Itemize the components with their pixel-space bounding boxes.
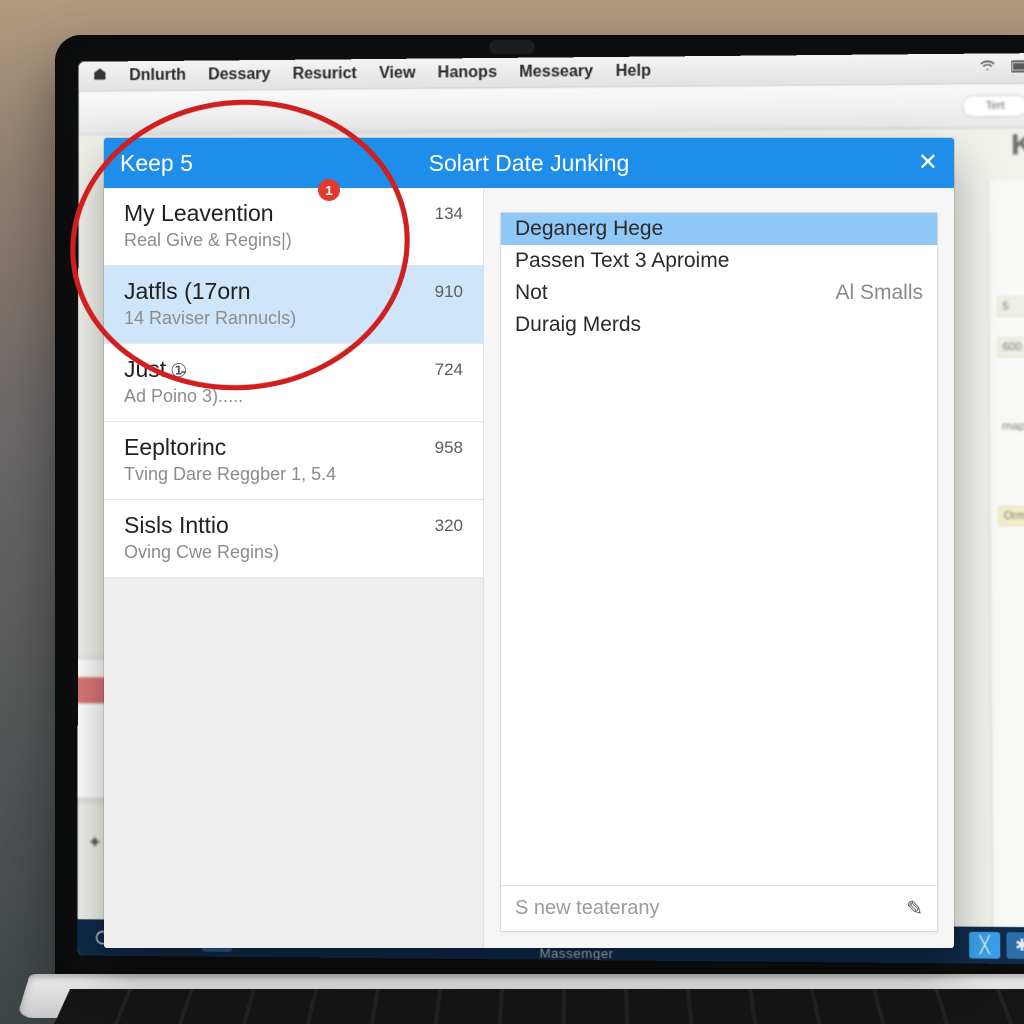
background-field: 5 bbox=[997, 296, 1024, 317]
person-icon: ①̵ bbox=[170, 361, 187, 382]
new-item-input[interactable]: S new teaterany bbox=[515, 897, 660, 920]
camera-notch bbox=[489, 40, 535, 54]
scene: Dnlurth Dessary Resurict View Hanops Mes… bbox=[0, 0, 1024, 1024]
list-item-subtitle: 14 Raviser Rannucls) bbox=[124, 308, 296, 329]
detail-row-label: Passen Text 3 Aproime bbox=[515, 249, 729, 273]
list-item-subtitle: Real Give & Regins|) bbox=[124, 230, 292, 251]
list-item-title: My Leavention bbox=[124, 200, 292, 227]
detail-row-right: Al Smalls bbox=[835, 281, 923, 305]
list-item[interactable]: Just①̵ Ad Poino 3)..... 724 bbox=[104, 344, 483, 422]
list-item-title: Jatfls (17orn bbox=[124, 278, 296, 305]
menu-item[interactable]: Dessary bbox=[208, 65, 270, 83]
list-item-count: 724 bbox=[435, 356, 463, 380]
list-item-subtitle: Oving Cwe Regins) bbox=[124, 542, 279, 563]
right-pane: Deganerg Hege Passen Text 3 Aproime Not … bbox=[484, 188, 954, 948]
detail-row[interactable]: Duraig Merds bbox=[501, 309, 937, 341]
list-item-title: Sisls Inttio bbox=[124, 512, 279, 539]
laptop-keyboard bbox=[40, 989, 1024, 1024]
detail-row-label: Duraig Merds bbox=[515, 313, 641, 337]
list-item-title: Eepltorinc bbox=[124, 434, 336, 461]
list-item[interactable]: Sisls Inttio Oving Cwe Regins) 320 bbox=[104, 500, 483, 578]
background-field: Ormbn bbox=[999, 506, 1024, 526]
list-item-subtitle: Ad Poino 3)..... bbox=[124, 386, 243, 407]
list-item-subtitle: Tving Dare Reggber 1, 5.4 bbox=[124, 464, 336, 485]
modal-header: Keep 5 Solart Date Junking ✕ bbox=[104, 138, 954, 188]
list-item[interactable]: Jatfls (17orn 14 Raviser Rannucls) 910 bbox=[104, 266, 483, 344]
detail-row-label: Not bbox=[515, 281, 548, 305]
menu-item[interactable]: Dnlurth bbox=[129, 66, 186, 84]
background-label: rnap bbox=[998, 416, 1024, 436]
pencil-icon[interactable]: ✎ bbox=[906, 896, 923, 921]
battery-icon bbox=[1011, 59, 1024, 77]
menubar-status bbox=[978, 58, 1024, 78]
detail-card: Deganerg Hege Passen Text 3 Aproime Not … bbox=[500, 212, 938, 932]
list-item-count: 958 bbox=[435, 434, 463, 458]
background-field: 600 cm bbox=[997, 337, 1024, 358]
list-item[interactable]: 1 My Leavention Real Give & Regins|) 134 bbox=[104, 188, 483, 266]
menu-item[interactable]: Hanops bbox=[438, 63, 497, 82]
list-item-count: 134 bbox=[435, 200, 463, 224]
menu-item[interactable]: Resurict bbox=[293, 65, 357, 84]
detail-footer: S new teaterany ✎ bbox=[501, 885, 937, 931]
detail-row-label: Deganerg Hege bbox=[515, 217, 663, 241]
menu-item[interactable]: Messeary bbox=[519, 63, 593, 82]
background-title: KAG bbox=[1011, 128, 1024, 163]
menu-item[interactable]: View bbox=[379, 64, 415, 82]
detail-row[interactable]: Deganerg Hege bbox=[501, 213, 937, 245]
list-item[interactable]: Eepltorinc Tving Dare Reggber 1, 5.4 958 bbox=[104, 422, 483, 500]
modal-header-left: Keep 5 bbox=[120, 150, 193, 177]
taskbar-tray[interactable]: ✱ bbox=[1006, 932, 1024, 959]
apple-menu-icon[interactable] bbox=[92, 66, 107, 86]
wifi-icon bbox=[978, 59, 997, 78]
detail-row[interactable]: Not Al Smalls bbox=[501, 277, 937, 309]
left-list: 1 My Leavention Real Give & Regins|) 134… bbox=[104, 188, 484, 948]
background-right-column: 5 600 cm rnap Ormbn bbox=[987, 180, 1024, 927]
notification-badge: 1 bbox=[318, 179, 340, 201]
close-icon[interactable]: ✕ bbox=[918, 151, 938, 175]
modal-dialog: Keep 5 Solart Date Junking ✕ 1 My Leaven… bbox=[104, 138, 954, 948]
background-toolbar-pill: Tert bbox=[962, 94, 1024, 117]
list-item-title: Just①̵ bbox=[124, 356, 243, 383]
list-item-count: 910 bbox=[435, 278, 463, 302]
background-toolbar: Tert ▶ bbox=[78, 83, 1024, 135]
list-item-count: 320 bbox=[435, 512, 463, 536]
modal-header-title: Solart Date Junking bbox=[104, 150, 954, 177]
detail-row[interactable]: Passen Text 3 Aproime bbox=[501, 245, 937, 277]
taskbar-tray[interactable]: ╳ bbox=[969, 932, 1000, 959]
menu-item[interactable]: Help bbox=[616, 62, 651, 80]
